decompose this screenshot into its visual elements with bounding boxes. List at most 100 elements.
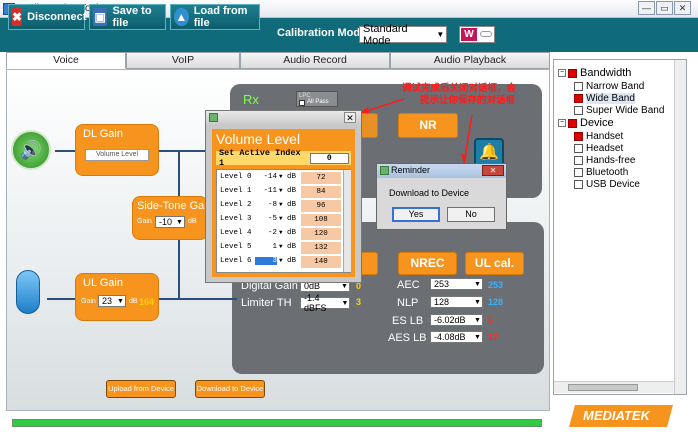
- super-wide-band-checkbox[interactable]: [574, 105, 583, 115]
- tree-vertical-scrollbar[interactable]: [674, 60, 686, 394]
- level-db-select[interactable]: 1: [255, 243, 277, 251]
- tree-item-wide-band[interactable]: Wide Band: [574, 92, 635, 104]
- level-value[interactable]: 132: [301, 242, 341, 254]
- set-active-index-input[interactable]: 0: [309, 152, 349, 164]
- yes-button[interactable]: Yes: [392, 207, 440, 222]
- ul-gain-value: 23: [102, 296, 113, 306]
- level-value[interactable]: 120: [301, 228, 341, 240]
- volume-level-button[interactable]: Volume Level: [85, 149, 149, 161]
- level-db-select[interactable]: 3: [255, 257, 277, 265]
- tab-voip[interactable]: VoIP: [126, 52, 240, 69]
- tree-item-headset[interactable]: Headset: [574, 142, 623, 154]
- progress-fill: [13, 420, 541, 426]
- tree-item-narrow-band[interactable]: Narrow Band: [574, 80, 644, 92]
- w-toggle-button[interactable]: W: [459, 26, 495, 43]
- wide-band-checkbox[interactable]: [574, 93, 583, 103]
- all-pass-checkbox[interactable]: [299, 100, 305, 106]
- minimize-button[interactable]: —: [638, 1, 655, 15]
- volume-table-scrollbar[interactable]: [343, 170, 351, 272]
- limiter-th-readout: 3: [356, 297, 362, 307]
- tree-node-bandwidth[interactable]: − Bandwidth: [558, 67, 631, 79]
- load-from-file-button[interactable]: ▲ Load from file: [170, 4, 260, 30]
- level-db-select[interactable]: -14: [255, 173, 277, 181]
- tab-audio-playback[interactable]: Audio Playback: [390, 52, 550, 69]
- chevron-down-icon: ▼: [117, 297, 124, 305]
- es-lb-select[interactable]: -6.02dB ▼: [430, 314, 483, 326]
- tree-item-usb-device[interactable]: USB Device: [574, 178, 640, 190]
- device-label: Device: [580, 117, 614, 129]
- arrowhead-icon: [461, 154, 467, 163]
- reminder-titlebar: Reminder ✕: [377, 164, 506, 178]
- level-db-select[interactable]: -2: [255, 229, 277, 237]
- ul-gain-title: UL Gain: [83, 277, 123, 289]
- tree-item-bluetooth[interactable]: Bluetooth: [574, 166, 628, 178]
- volume-level-row: Level 4 -2 ▼ dB 120: [217, 228, 343, 240]
- load-from-file-label: Load from file: [193, 5, 248, 29]
- super-wide-band-label: Super Wide Band: [586, 104, 665, 116]
- level-db-select[interactable]: -8: [255, 201, 277, 209]
- level-unit: dB: [287, 243, 297, 251]
- tab-audio-record[interactable]: Audio Record: [240, 52, 390, 69]
- no-button[interactable]: No: [447, 207, 495, 222]
- level-value[interactable]: 72: [301, 172, 341, 184]
- limiter-th-select[interactable]: -1.4 dBFS ▼: [300, 293, 350, 313]
- ul-cal-button[interactable]: UL cal.: [465, 252, 524, 275]
- level-db-select[interactable]: -5: [255, 215, 277, 223]
- narrow-band-checkbox[interactable]: [574, 81, 583, 91]
- reminder-close-button[interactable]: ✕: [482, 165, 504, 176]
- aec-select[interactable]: 253 ▼: [430, 278, 483, 290]
- maximize-button[interactable]: ▭: [656, 1, 673, 15]
- tree-item-hands-free[interactable]: Hands-free: [574, 154, 635, 166]
- upload-from-device-button[interactable]: Upload from Device: [106, 380, 176, 398]
- save-to-file-button[interactable]: ▣ Save to file: [89, 4, 166, 30]
- volume-dialog-body: Volume Level Set Active Index 1 0 Level …: [212, 129, 355, 277]
- tree-horizontal-scrollbar[interactable]: [554, 381, 674, 393]
- volume-dialog-title: Volume Level: [216, 131, 301, 147]
- level-db-select[interactable]: -11: [255, 187, 277, 195]
- aes-lb-select[interactable]: -4.08dB ▼: [430, 331, 483, 343]
- aec-readout: 253: [488, 280, 504, 290]
- chevron-down-icon: ▼: [474, 280, 481, 288]
- headset-checkbox[interactable]: [574, 143, 583, 153]
- ul-gain-label: Gain: [81, 298, 96, 305]
- device-checkbox[interactable]: [568, 118, 577, 128]
- usb-device-checkbox[interactable]: [574, 179, 583, 189]
- handset-label: Handset: [586, 130, 624, 142]
- disconnect-button[interactable]: ✖ Disconnect: [8, 4, 87, 30]
- tree-item-super-wide-band[interactable]: Super Wide Band: [574, 104, 664, 116]
- rx-label: Rx: [243, 92, 259, 107]
- level-value[interactable]: 108: [301, 214, 341, 226]
- disconnect-icon: ✖: [12, 8, 23, 26]
- handset-checkbox[interactable]: [574, 131, 583, 141]
- side-tone-gain-title: Side-Tone Gain: [137, 200, 213, 212]
- tab-voice[interactable]: Voice: [6, 52, 126, 69]
- bandwidth-checkbox[interactable]: [568, 68, 577, 78]
- volume-dialog-close-button[interactable]: ✕: [344, 112, 356, 123]
- ul-gain-select[interactable]: 23 ▼: [98, 295, 126, 307]
- bluetooth-checkbox[interactable]: [574, 167, 583, 177]
- download-to-device-button[interactable]: Download to Device: [195, 380, 265, 398]
- nrec-button[interactable]: NREC: [398, 252, 457, 275]
- collapse-icon[interactable]: −: [558, 119, 566, 127]
- level-value[interactable]: 140: [301, 256, 341, 268]
- disconnect-label: Disconnect: [27, 11, 87, 23]
- aes-lb-value: -4.08dB: [434, 332, 466, 342]
- nlp-value: 128: [434, 297, 450, 307]
- dl-gain-title: DL Gain: [83, 128, 123, 140]
- aes-lb-label: AES LB: [388, 332, 427, 344]
- level-value[interactable]: 84: [301, 186, 341, 198]
- hands-free-checkbox[interactable]: [574, 155, 583, 165]
- nlp-select[interactable]: 128 ▼: [430, 296, 483, 308]
- collapse-icon[interactable]: −: [558, 69, 566, 77]
- scrollbar-thumb[interactable]: [568, 384, 638, 391]
- chevron-down-icon: ▼: [436, 30, 445, 39]
- tree-node-device[interactable]: − Device: [558, 117, 614, 129]
- tree-item-handset[interactable]: Handset: [574, 130, 623, 142]
- close-button[interactable]: ✕: [674, 1, 691, 15]
- level-value[interactable]: 96: [301, 200, 341, 212]
- calibration-mode-select[interactable]: Standard Mode ▼: [359, 23, 447, 47]
- level-name: Level 4: [220, 229, 252, 237]
- usb-device-label: USB Device: [586, 178, 640, 190]
- aes-lb-readout: 12: [488, 332, 499, 342]
- side-tone-gain-select[interactable]: -10 ▼: [155, 216, 185, 228]
